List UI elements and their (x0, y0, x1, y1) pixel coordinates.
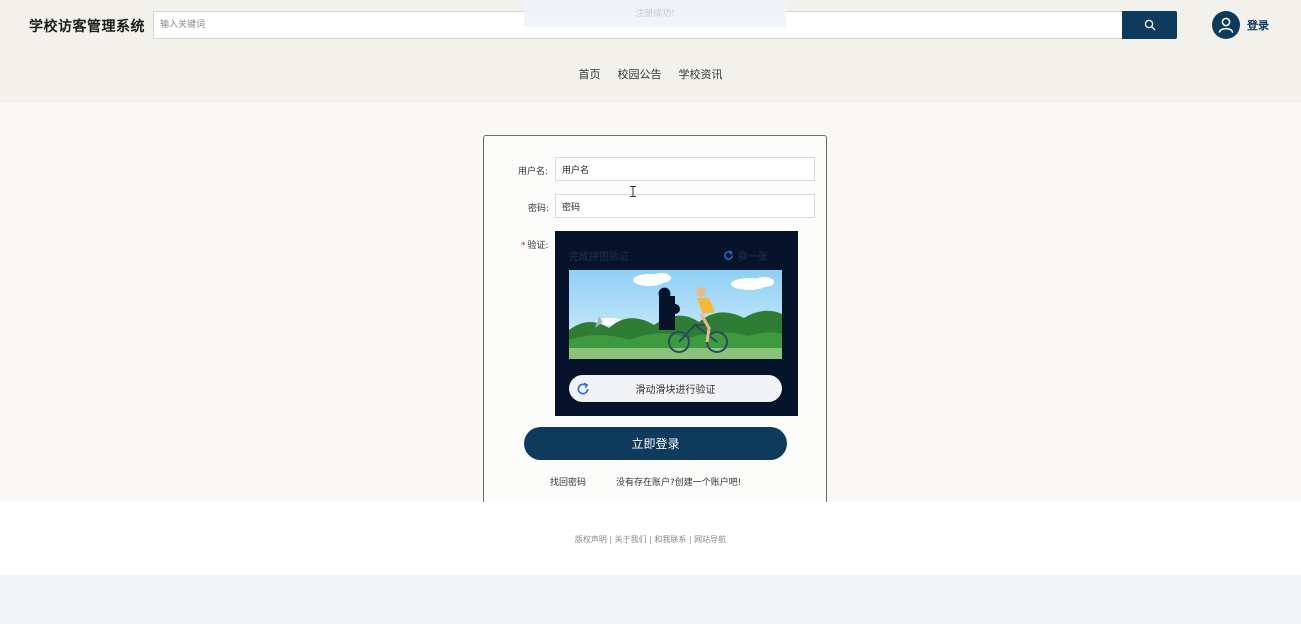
captcha-slider[interactable]: 滑动滑块进行验证 (569, 375, 782, 402)
login-link[interactable]: 登录 (1247, 17, 1269, 33)
captcha-refresh-label: 换一张 (738, 252, 768, 263)
register-link[interactable]: 没有存在账户?创建一个账户吧! (616, 475, 741, 488)
captcha-puzzle-image (569, 270, 782, 359)
username-label: 用户名: (518, 167, 549, 177)
text-cursor-icon (630, 186, 636, 197)
refresh-icon (724, 250, 733, 260)
site-title: 学校访客管理系统 (29, 19, 145, 35)
nav-item-news[interactable]: 学校资讯 (679, 66, 723, 82)
slider-handle[interactable] (573, 379, 593, 399)
footer-links: 版权声明 | 关于我们 | 和我联系 | 网站导航 (574, 535, 727, 544)
footer-link-about[interactable]: 关于我们 (615, 535, 647, 544)
search-icon (1144, 19, 1155, 31)
verify-label-text: 验证: (527, 241, 549, 251)
nav-item-home[interactable]: 首页 (579, 66, 601, 82)
refresh-icon (577, 382, 589, 395)
required-mark: * (521, 241, 526, 251)
header: 学校访客管理系统 注册成功! 登录 首页 校园公告 学校资讯 (0, 0, 1301, 103)
captcha-refresh-button[interactable]: 换一张 (723, 248, 768, 263)
user-avatar[interactable] (1212, 11, 1240, 39)
footer-link-contact[interactable]: 和我联系 (654, 535, 686, 544)
user-icon (1218, 17, 1234, 33)
footer-link-copyright[interactable]: 版权声明 (575, 535, 607, 544)
toast-message: 注册成功! (524, 0, 786, 27)
card-links: 找回密码 没有存在账户?创建一个账户吧! (550, 475, 741, 488)
captcha-title: 完成拼图验证 (569, 252, 629, 263)
login-submit-button[interactable]: 立即登录 (524, 427, 787, 460)
verify-label: * 验证: (521, 238, 549, 251)
nav-item-announcements[interactable]: 校园公告 (618, 66, 662, 82)
login-card: 用户名: 密码: *验证: 完成拼图验证 换一张 (483, 135, 827, 515)
username-input[interactable] (555, 157, 815, 181)
footer-link-sitemap[interactable]: 网站导航 (694, 535, 726, 544)
password-input[interactable] (555, 194, 815, 218)
footer: 版权声明 | 关于我们 | 和我联系 | 网站导航 (0, 502, 1301, 575)
search-button[interactable] (1122, 11, 1177, 39)
forgot-password-link[interactable]: 找回密码 (550, 475, 586, 488)
captcha-widget: 完成拼图验证 换一张 滑动滑块进行验证 (555, 231, 798, 416)
slider-text: 滑动滑块进行验证 (635, 385, 716, 396)
password-label: 密码: (528, 204, 550, 214)
main-nav: 首页 校园公告 学校资讯 (0, 66, 1301, 82)
